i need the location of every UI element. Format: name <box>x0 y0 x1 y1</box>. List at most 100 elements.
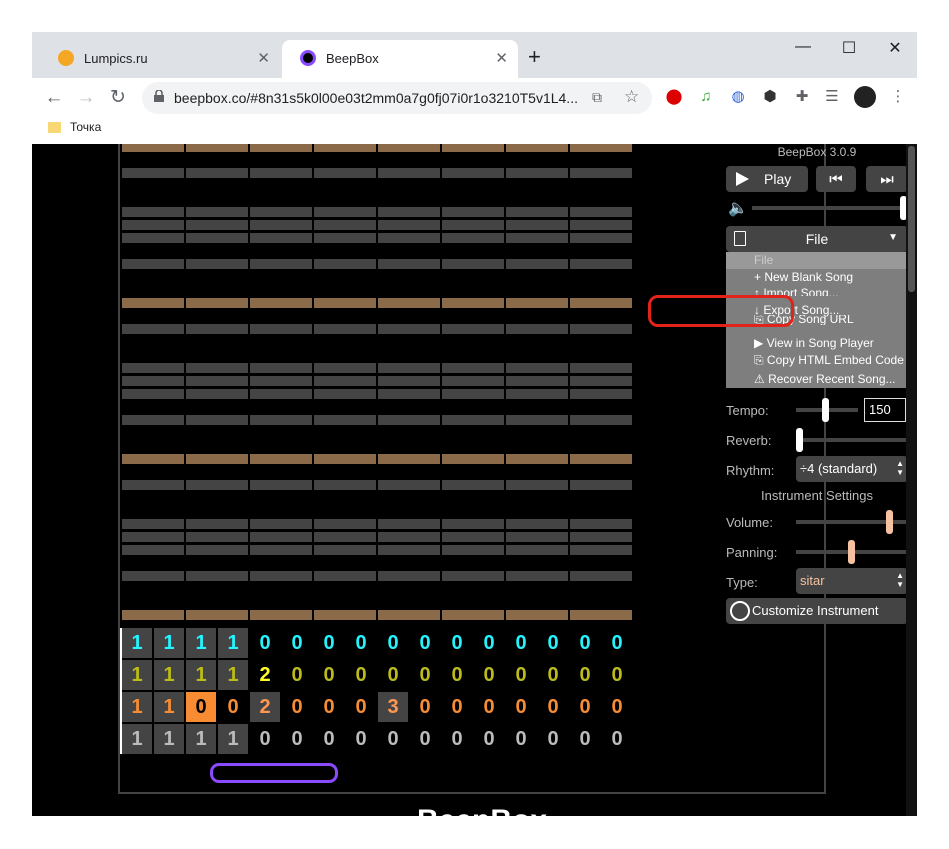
grid-cell[interactable] <box>250 519 312 529</box>
grid-cell[interactable] <box>122 233 184 243</box>
grid-cell[interactable] <box>250 376 312 386</box>
pattern-cell[interactable]: 1 <box>154 724 184 754</box>
grid-cell[interactable] <box>570 454 632 464</box>
pattern-cell[interactable]: 0 <box>314 724 344 754</box>
pattern-cell[interactable]: 0 <box>346 724 376 754</box>
grid-cell[interactable] <box>122 324 184 334</box>
pattern-cell[interactable]: 0 <box>538 724 568 754</box>
pattern-cell[interactable]: 0 <box>506 660 536 690</box>
grid-cell[interactable] <box>442 298 504 308</box>
grid-cell[interactable] <box>314 207 376 217</box>
grid-cell[interactable] <box>506 168 568 178</box>
pattern-cell[interactable]: 0 <box>506 692 536 722</box>
grid-cell[interactable] <box>314 144 376 152</box>
grid-cell[interactable] <box>506 480 568 490</box>
pattern-cell[interactable]: 2 <box>250 692 280 722</box>
grid-cell[interactable] <box>186 259 248 269</box>
grid-cell[interactable] <box>506 220 568 230</box>
grid-cell[interactable] <box>314 259 376 269</box>
bookmark-tochka[interactable]: Точка <box>70 120 101 134</box>
grid-cell[interactable] <box>506 233 568 243</box>
grid-cell[interactable] <box>122 144 184 152</box>
tempo-input[interactable]: 150 <box>864 398 906 422</box>
grid-cell[interactable] <box>250 298 312 308</box>
pattern-cell[interactable]: 0 <box>346 692 376 722</box>
grid-cell[interactable] <box>186 220 248 230</box>
grid-cell[interactable] <box>506 259 568 269</box>
grid-cell[interactable] <box>186 610 248 620</box>
grid-cell[interactable] <box>314 545 376 555</box>
pattern-cell[interactable]: 0 <box>602 660 632 690</box>
pattern-cell[interactable]: 0 <box>506 724 536 754</box>
pattern-cell[interactable]: 0 <box>602 628 632 658</box>
grid-cell[interactable] <box>378 376 440 386</box>
reverb-thumb[interactable] <box>796 428 803 452</box>
pattern-cell[interactable]: 0 <box>346 628 376 658</box>
grid-cell[interactable] <box>570 415 632 425</box>
pattern-cell[interactable]: 0 <box>442 724 472 754</box>
media-queue-icon[interactable]: ☰ <box>822 87 842 107</box>
grid-cell[interactable] <box>442 389 504 399</box>
grid-cell[interactable] <box>122 363 184 373</box>
page-scrollbar-thumb[interactable] <box>908 146 915 292</box>
grid-cell[interactable] <box>378 545 440 555</box>
pattern-cell[interactable]: 0 <box>314 692 344 722</box>
grid-cell[interactable] <box>506 144 568 152</box>
grid-cell[interactable] <box>570 233 632 243</box>
grid-cell[interactable] <box>378 363 440 373</box>
pattern-cell[interactable]: 0 <box>474 724 504 754</box>
grid-cell[interactable] <box>122 389 184 399</box>
pattern-cell[interactable]: 1 <box>218 628 248 658</box>
pattern-cell[interactable]: 0 <box>314 628 344 658</box>
grid-cell[interactable] <box>506 389 568 399</box>
menu-item-new-song[interactable]: + New Blank Song <box>754 270 853 284</box>
grid-cell[interactable] <box>314 454 376 464</box>
grid-cell[interactable] <box>186 415 248 425</box>
grid-cell[interactable] <box>570 363 632 373</box>
pattern-cell[interactable]: 0 <box>474 692 504 722</box>
extensions-puzzle-icon[interactable]: ✚ <box>792 87 812 107</box>
pattern-cell[interactable]: 1 <box>218 660 248 690</box>
instrument-type-select[interactable]: sitar ▲ ▼ <box>796 568 908 594</box>
pattern-cell[interactable]: 0 <box>282 660 312 690</box>
grid-cell[interactable] <box>186 480 248 490</box>
pattern-cell[interactable]: 0 <box>282 628 312 658</box>
grid-cell[interactable] <box>186 168 248 178</box>
grid-cell[interactable] <box>314 571 376 581</box>
pattern-cell[interactable]: 0 <box>410 724 440 754</box>
grid-cell[interactable] <box>570 571 632 581</box>
grid-cell[interactable] <box>570 519 632 529</box>
tab-beepbox[interactable]: BeepBox ✕ <box>282 40 518 78</box>
pattern-cell[interactable]: 0 <box>570 692 600 722</box>
pattern-cell[interactable]: 0 <box>410 628 440 658</box>
grid-cell[interactable] <box>186 532 248 542</box>
grid-cell[interactable] <box>378 324 440 334</box>
tab-close-icon[interactable]: ✕ <box>495 49 508 67</box>
panning-thumb[interactable] <box>848 540 855 564</box>
grid-cell[interactable] <box>186 389 248 399</box>
grid-cell[interactable] <box>314 415 376 425</box>
grid-cell[interactable] <box>314 220 376 230</box>
grid-cell[interactable] <box>378 259 440 269</box>
grid-cell[interactable] <box>122 220 184 230</box>
grid-cell[interactable] <box>378 168 440 178</box>
grid-cell[interactable] <box>506 532 568 542</box>
grid-cell[interactable] <box>506 363 568 373</box>
pattern-cell[interactable]: 0 <box>474 660 504 690</box>
grid-cell[interactable] <box>122 168 184 178</box>
pattern-cell[interactable]: 0 <box>538 660 568 690</box>
grid-cell[interactable] <box>250 168 312 178</box>
play-button[interactable]: Play <box>726 166 808 192</box>
bookmark-star-icon[interactable]: ☆ <box>624 87 639 107</box>
file-menu-select[interactable]: File ▼ <box>726 226 908 252</box>
grid-cell[interactable] <box>506 324 568 334</box>
tempo-thumb[interactable] <box>822 398 829 422</box>
grid-cell[interactable] <box>570 389 632 399</box>
grid-cell[interactable] <box>186 324 248 334</box>
grid-cell[interactable] <box>250 220 312 230</box>
grid-cell[interactable] <box>122 454 184 464</box>
pattern-cell[interactable]: 0 <box>250 724 280 754</box>
tab-close-icon[interactable]: ✕ <box>257 49 270 67</box>
back-icon[interactable]: ← <box>42 86 66 110</box>
grid-cell[interactable] <box>570 324 632 334</box>
